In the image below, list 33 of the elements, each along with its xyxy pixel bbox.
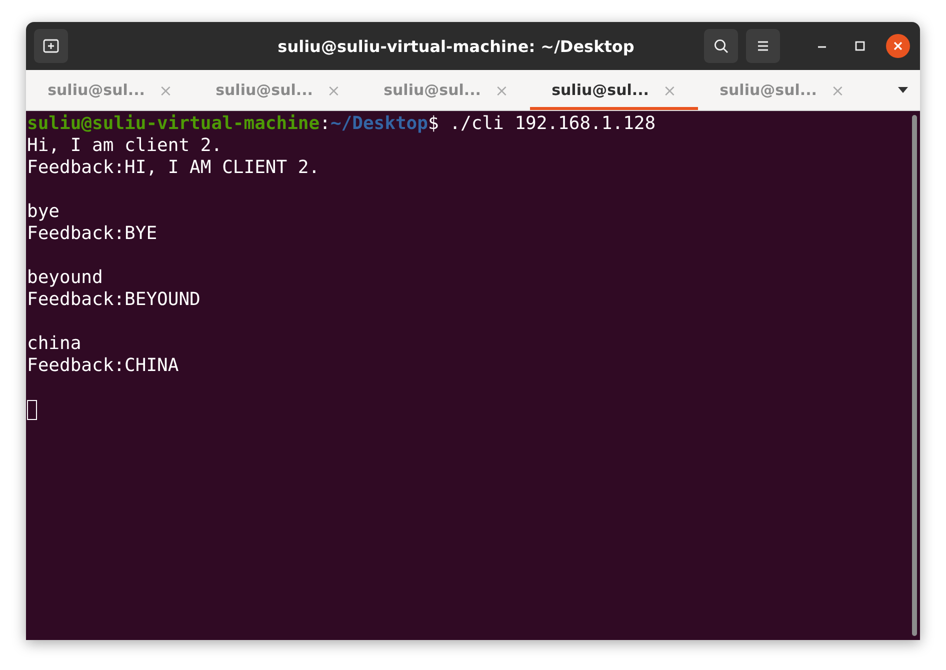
text-cursor: [27, 400, 37, 420]
prompt-separator: :: [320, 113, 330, 134]
window-title: suliu@suliu-virtual-machine: ~/Desktop: [276, 36, 636, 56]
tab[interactable]: suliu@sul... ×: [698, 70, 866, 110]
output-line: Feedback:CHINA: [27, 355, 179, 376]
close-tab-button[interactable]: ×: [159, 80, 172, 100]
tab[interactable]: suliu@sul... ×: [362, 70, 530, 110]
prompt-user: suliu@suliu-virtual-machine: [27, 113, 320, 134]
command-text: $ ./cli 192.168.1.128: [428, 113, 656, 134]
output-line: Feedback:HI, I AM CLIENT 2.: [27, 157, 320, 178]
close-tab-button[interactable]: ×: [327, 80, 340, 100]
output-line: Feedback:BEYOUND: [27, 289, 200, 310]
output-line: china: [27, 333, 82, 354]
menu-icon: [756, 40, 770, 52]
close-tab-button[interactable]: ×: [831, 80, 844, 100]
tab[interactable]: suliu@sul... ×: [26, 70, 194, 110]
new-tab-button[interactable]: [34, 29, 68, 63]
search-button[interactable]: [704, 29, 738, 63]
output-line: beyound: [27, 267, 103, 288]
output-line: Feedback:BYE: [27, 223, 158, 244]
maximize-icon: [855, 41, 865, 51]
close-button[interactable]: [886, 34, 910, 58]
menu-button[interactable]: [746, 29, 780, 63]
search-icon: [713, 38, 729, 54]
prompt-path: ~/Desktop: [330, 113, 428, 134]
tab[interactable]: suliu@sul... ×: [194, 70, 362, 110]
output-line: Hi, I am client 2.: [27, 135, 222, 156]
scrollbar[interactable]: [912, 115, 917, 636]
close-icon: [893, 41, 903, 51]
new-tab-icon: [43, 39, 59, 53]
close-tab-button[interactable]: ×: [663, 80, 676, 100]
output-line: bye: [27, 201, 60, 222]
close-tab-button[interactable]: ×: [495, 80, 508, 100]
